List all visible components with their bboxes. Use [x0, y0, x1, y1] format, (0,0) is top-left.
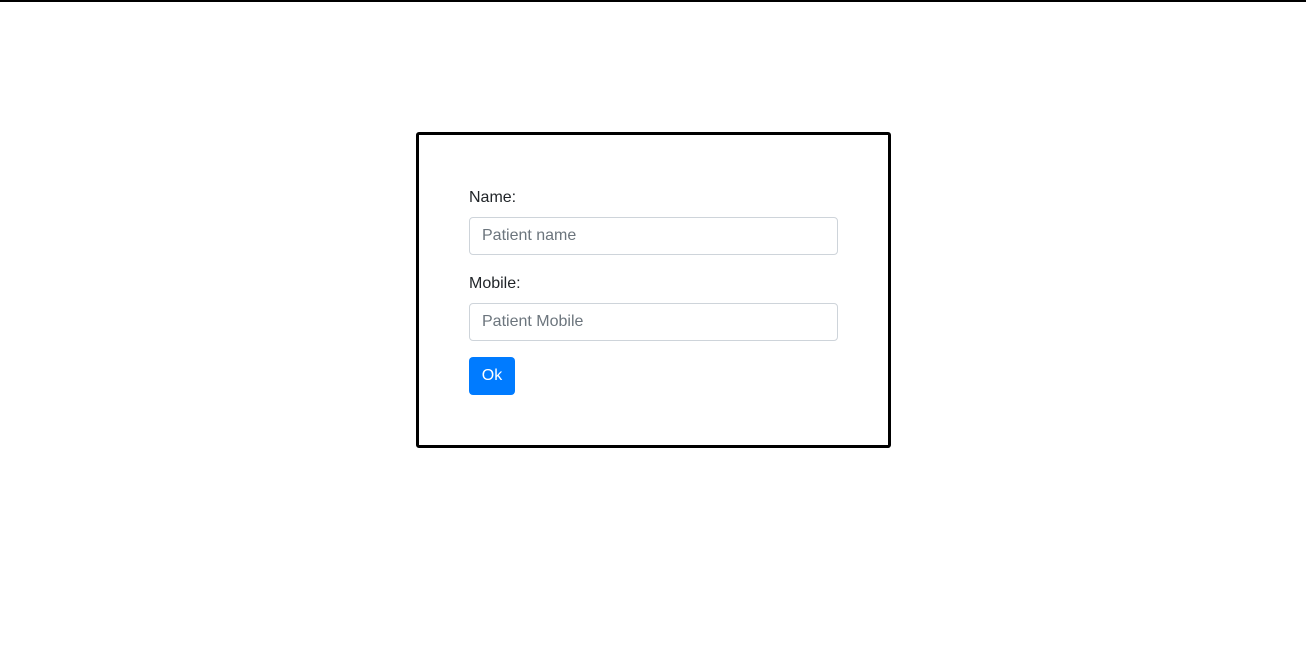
mobile-input[interactable] — [469, 303, 838, 341]
name-input[interactable] — [469, 217, 838, 255]
name-label: Name: — [469, 189, 517, 206]
patient-form: Name: Mobile: Ok — [416, 132, 891, 448]
top-rule — [0, 0, 1306, 2]
ok-button[interactable]: Ok — [469, 357, 515, 395]
mobile-label: Mobile: — [469, 275, 521, 292]
